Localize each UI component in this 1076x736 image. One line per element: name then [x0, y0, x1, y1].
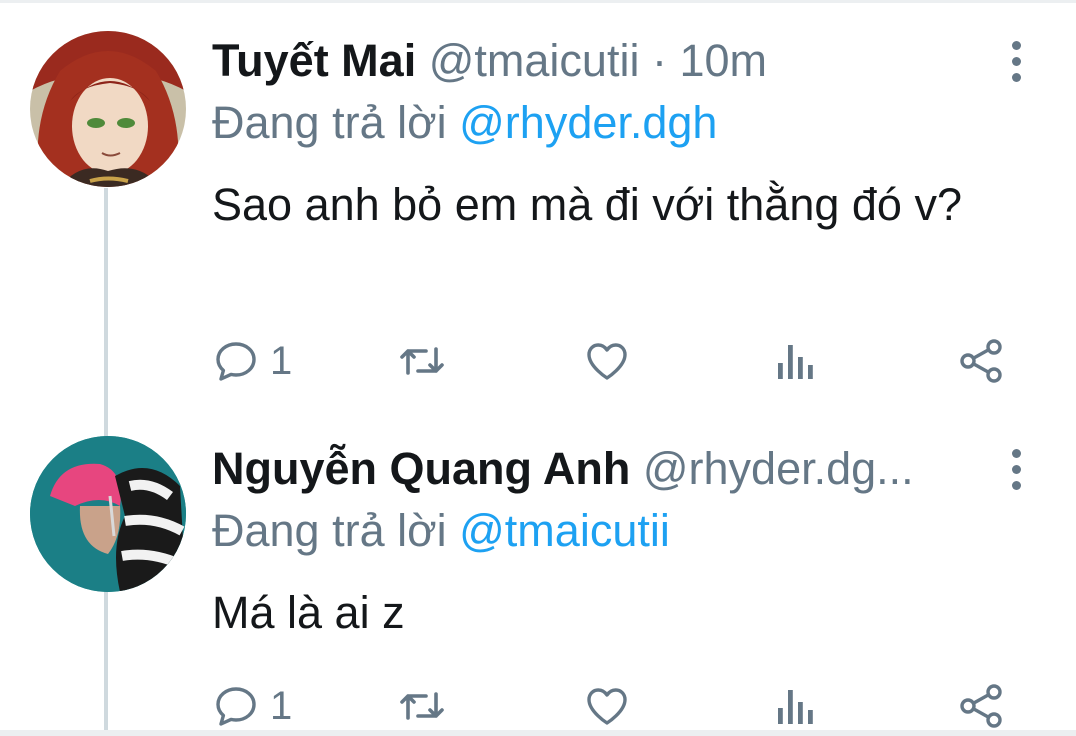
replying-to-label: Đang trả lời — [212, 97, 447, 148]
like-icon — [587, 343, 627, 380]
reply-button[interactable]: 1 — [212, 331, 292, 391]
reply-count: 1 — [270, 683, 293, 728]
tweet-actions: 1 — [0, 676, 1076, 736]
replying-to: Đang trả lời @rhyder.dgh — [212, 93, 717, 153]
replying-to-mention[interactable]: @tmaicutii — [459, 505, 670, 556]
reply-icon — [216, 687, 256, 726]
bottom-divider — [0, 730, 1076, 736]
tweet-header: Tuyết Mai @tmaicutii · 10m — [212, 31, 767, 91]
retweet-button[interactable] — [394, 676, 450, 736]
analytics-icon — [778, 690, 813, 724]
author-name[interactable]: Nguyễn Quang Anh — [212, 443, 630, 494]
tweet-text: Sao anh bỏ em mà đi với thằng đó v? — [212, 179, 962, 230]
analytics-button[interactable] — [772, 331, 816, 391]
like-icon — [587, 688, 627, 725]
top-divider — [0, 0, 1076, 3]
analytics-button[interactable] — [772, 676, 816, 736]
share-icon — [960, 339, 1002, 383]
more-icon[interactable] — [1002, 439, 1030, 499]
avatar-tuyet-mai[interactable] — [30, 31, 186, 187]
like-button[interactable] — [582, 676, 632, 736]
share-button[interactable] — [958, 331, 1006, 391]
more-icon[interactable] — [1002, 31, 1030, 91]
share-button[interactable] — [958, 676, 1006, 736]
retweet-icon — [400, 692, 444, 720]
tweet-text: Má là ai z — [212, 587, 405, 638]
author-name[interactable]: Tuyết Mai — [212, 35, 416, 86]
author-handle[interactable]: @tmaicutii — [429, 35, 640, 86]
tweet-header: Nguyễn Quang Anh @rhyder.dg... — [212, 439, 914, 499]
like-button[interactable] — [582, 331, 632, 391]
retweet-button[interactable] — [394, 331, 450, 391]
share-icon — [960, 684, 1002, 728]
replying-to-mention[interactable]: @rhyder.dgh — [459, 97, 717, 148]
avatar-nguyen-quang-anh[interactable] — [30, 436, 186, 592]
retweet-icon — [400, 347, 444, 375]
reply-icon — [216, 342, 256, 381]
replying-to: Đang trả lời @tmaicutii — [212, 501, 670, 561]
author-handle[interactable]: @rhyder.dg... — [643, 443, 914, 494]
reply-count: 1 — [270, 338, 293, 383]
replying-to-label: Đang trả lời — [212, 505, 447, 556]
analytics-icon — [778, 345, 813, 379]
tweet-actions: 1 — [0, 331, 1076, 391]
reply-button[interactable]: 1 — [212, 676, 292, 736]
tweet-timestamp[interactable]: · 10m — [652, 35, 767, 86]
